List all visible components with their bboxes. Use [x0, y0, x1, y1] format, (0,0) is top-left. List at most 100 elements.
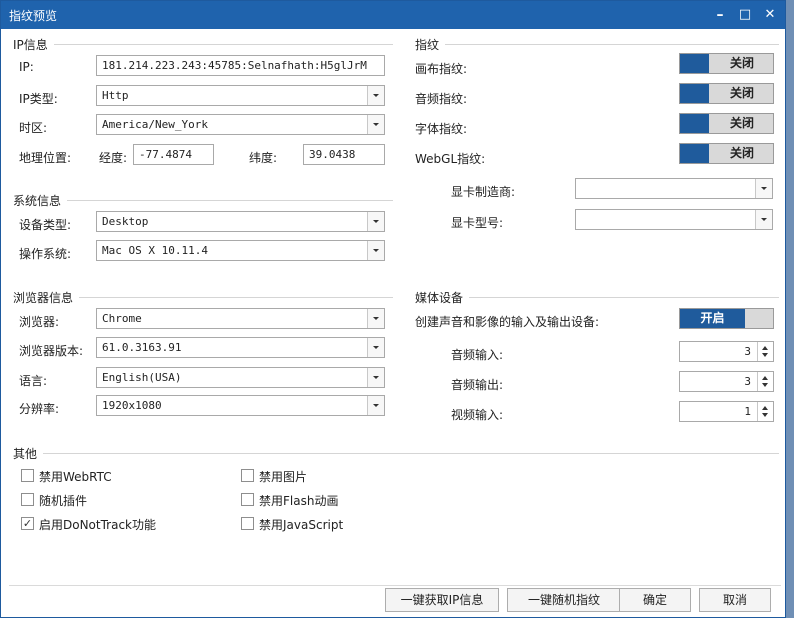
system-section-divider	[13, 200, 393, 201]
latitude-label: 纬度:	[249, 151, 278, 165]
arrow-down-icon[interactable]	[762, 413, 768, 417]
ip-label: IP:	[19, 60, 34, 74]
media-create-state: 开启	[700, 311, 725, 325]
disable-javascript-label: 禁用JavaScript	[259, 518, 344, 532]
os-value: Mac OS X 10.11.4	[102, 244, 208, 257]
minimize-icon[interactable]: –	[709, 5, 731, 25]
chevron-down-icon[interactable]	[367, 368, 384, 387]
browser-label: 浏览器:	[19, 315, 60, 329]
maximize-icon[interactable]: □	[734, 5, 756, 25]
other-section-divider	[13, 453, 779, 454]
chevron-down-icon[interactable]	[367, 212, 384, 231]
latitude-input[interactable]: 39.0438	[303, 144, 385, 165]
chevron-down-icon[interactable]	[367, 309, 384, 328]
chevron-down-icon[interactable]	[367, 241, 384, 260]
font-fp-label: 字体指纹:	[415, 122, 468, 136]
device-type-select[interactable]: Desktop	[96, 211, 385, 232]
video-input-label: 视频输入:	[451, 408, 504, 422]
language-value: English(USA)	[102, 371, 182, 384]
ip-section-title: IP信息	[13, 36, 54, 53]
gpu-vendor-label: 显卡制造商:	[451, 185, 516, 199]
arrow-down-icon[interactable]	[762, 383, 768, 387]
timezone-select[interactable]: America/New_York	[96, 114, 385, 135]
font-fp-state: 关闭	[729, 116, 754, 130]
device-type-value: Desktop	[102, 215, 149, 228]
arrow-up-icon[interactable]	[762, 406, 768, 410]
audio-output-label: 音频输出:	[451, 378, 504, 392]
audio-input-label: 音频输入:	[451, 348, 504, 362]
toggle-knob	[680, 114, 709, 133]
gpu-model-select[interactable]	[575, 209, 773, 230]
disable-images-checkbox[interactable]	[241, 469, 254, 482]
disable-flash-label: 禁用Flash动画	[259, 494, 339, 508]
disable-flash-checkbox[interactable]	[241, 493, 254, 506]
enable-dnt-checkbox[interactable]: ✓	[21, 517, 34, 530]
toggle-knob	[680, 54, 709, 73]
random-plugins-checkbox[interactable]	[21, 493, 34, 506]
ip-type-label: IP类型:	[19, 92, 58, 106]
os-select[interactable]: Mac OS X 10.11.4	[96, 240, 385, 261]
os-label: 操作系统:	[19, 247, 72, 261]
cancel-button[interactable]: 取消	[699, 588, 771, 612]
random-fingerprint-button[interactable]: 一键随机指纹	[507, 588, 621, 612]
chevron-down-icon[interactable]	[367, 115, 384, 134]
timezone-label: 时区:	[19, 121, 48, 135]
toggle-knob	[680, 144, 709, 163]
disable-images-label: 禁用图片	[259, 470, 308, 484]
ip-type-value: Http	[102, 89, 129, 102]
resolution-label: 分辨率:	[19, 402, 60, 416]
chevron-down-icon[interactable]	[755, 210, 772, 229]
longitude-label: 经度:	[99, 151, 128, 165]
canvas-fp-label: 画布指纹:	[415, 62, 468, 76]
media-create-label: 创建声音和影像的输入及输出设备:	[415, 315, 600, 329]
browser-version-label: 浏览器版本:	[19, 344, 84, 358]
language-label: 语言:	[19, 374, 48, 388]
arrow-up-icon[interactable]	[762, 376, 768, 380]
ok-button[interactable]: 确定	[619, 588, 691, 612]
video-input-value: 1	[744, 405, 751, 418]
browser-version-value: 61.0.3163.91	[102, 341, 182, 354]
arrow-up-icon[interactable]	[762, 346, 768, 350]
video-input-stepper[interactable]: 1	[679, 401, 774, 422]
toggle-knob	[680, 84, 709, 103]
chevron-down-icon[interactable]	[367, 86, 384, 105]
browser-version-select[interactable]: 61.0.3163.91	[96, 337, 385, 358]
stepper-arrows[interactable]	[757, 372, 773, 391]
title-bar: 指纹预览 – □ ✕	[1, 1, 785, 29]
canvas-fp-state: 关闭	[729, 56, 754, 70]
gpu-vendor-select[interactable]	[575, 178, 773, 199]
close-icon[interactable]: ✕	[759, 5, 781, 25]
audio-fp-state: 关闭	[729, 86, 754, 100]
language-select[interactable]: English(USA)	[96, 367, 385, 388]
resolution-value: 1920x1080	[102, 399, 162, 412]
media-create-toggle[interactable]: 开启	[679, 308, 774, 329]
canvas-fp-toggle[interactable]: 关闭	[679, 53, 774, 74]
resolution-select[interactable]: 1920x1080	[96, 395, 385, 416]
chevron-down-icon[interactable]	[367, 396, 384, 415]
audio-output-stepper[interactable]: 3	[679, 371, 774, 392]
ip-input[interactable]: 181.214.223.243:45785:Selnafhath:H5glJrM	[96, 55, 385, 76]
browser-section-title: 浏览器信息	[13, 289, 80, 306]
gpu-model-label: 显卡型号:	[451, 216, 504, 230]
disable-javascript-checkbox[interactable]	[241, 517, 254, 530]
audio-fp-toggle[interactable]: 关闭	[679, 83, 774, 104]
disable-webrtc-checkbox[interactable]	[21, 469, 34, 482]
font-fp-toggle[interactable]: 关闭	[679, 113, 774, 134]
stepper-arrows[interactable]	[757, 402, 773, 421]
audio-fp-label: 音频指纹:	[415, 92, 468, 106]
chevron-down-icon[interactable]	[755, 179, 772, 198]
window-title: 指纹预览	[9, 9, 58, 23]
webgl-fp-state: 关闭	[729, 146, 754, 160]
chevron-down-icon[interactable]	[367, 338, 384, 357]
get-ip-info-button[interactable]: 一键获取IP信息	[385, 588, 499, 612]
disable-webrtc-label: 禁用WebRTC	[39, 470, 112, 484]
browser-select[interactable]: Chrome	[96, 308, 385, 329]
stepper-arrows[interactable]	[757, 342, 773, 361]
arrow-down-icon[interactable]	[762, 353, 768, 357]
ip-section-divider	[13, 44, 393, 45]
longitude-input[interactable]: -77.4874	[133, 144, 214, 165]
webgl-fp-toggle[interactable]: 关闭	[679, 143, 774, 164]
audio-input-stepper[interactable]: 3	[679, 341, 774, 362]
ip-type-select[interactable]: Http	[96, 85, 385, 106]
geo-label: 地理位置:	[19, 151, 72, 165]
